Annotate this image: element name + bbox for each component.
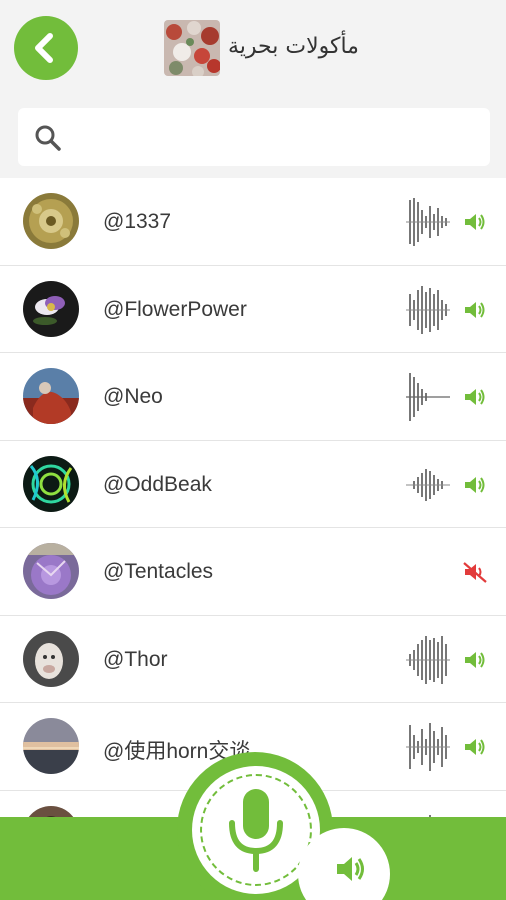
list-item[interactable]: @OddBeak [0, 440, 506, 528]
avatar [23, 455, 79, 512]
volume-icon[interactable] [462, 648, 488, 672]
search-box[interactable] [18, 108, 490, 166]
username: @OddBeak [103, 472, 212, 496]
search-area [0, 96, 506, 180]
page-title: مأكولات بحرية [228, 34, 359, 59]
group-thumbnail [164, 20, 220, 76]
username: @1337 [103, 210, 172, 233]
avatar [23, 193, 79, 249]
username: @Tentacles [103, 560, 214, 583]
waveform-icon [406, 635, 450, 684]
avatar [23, 543, 79, 599]
muted-volume-icon[interactable] [462, 560, 488, 584]
search-input[interactable] [78, 118, 478, 156]
list-item[interactable]: @Neo [0, 353, 506, 441]
list-item[interactable]: @1337 [0, 178, 506, 266]
search-icon [35, 125, 61, 151]
speaker-icon [337, 857, 364, 881]
back-button[interactable] [14, 16, 78, 80]
list-item[interactable]: @FlowerPower [0, 265, 506, 353]
avatar [23, 718, 79, 774]
app-header: مأكولات بحرية [0, 0, 506, 96]
waveform-icon [406, 468, 450, 501]
volume-icon[interactable] [462, 210, 488, 234]
username: @Thor [103, 647, 168, 671]
volume-icon[interactable] [462, 298, 488, 322]
avatar [23, 280, 79, 337]
avatar [23, 368, 79, 424]
microphone-icon [229, 789, 283, 872]
username: @Neo [103, 385, 163, 408]
chevron-left-icon [35, 33, 53, 63]
waveform-icon [406, 723, 450, 771]
waveform-icon [406, 198, 450, 246]
waveform-icon [406, 285, 450, 334]
avatar [23, 630, 79, 687]
list-item[interactable]: @Thor [0, 615, 506, 703]
volume-icon[interactable] [462, 735, 488, 759]
volume-icon[interactable] [462, 473, 488, 497]
waveform-icon [406, 373, 450, 421]
list-item[interactable]: @Tentacles [0, 528, 506, 616]
username: @FlowerPower [103, 297, 247, 321]
volume-icon[interactable] [462, 385, 488, 409]
